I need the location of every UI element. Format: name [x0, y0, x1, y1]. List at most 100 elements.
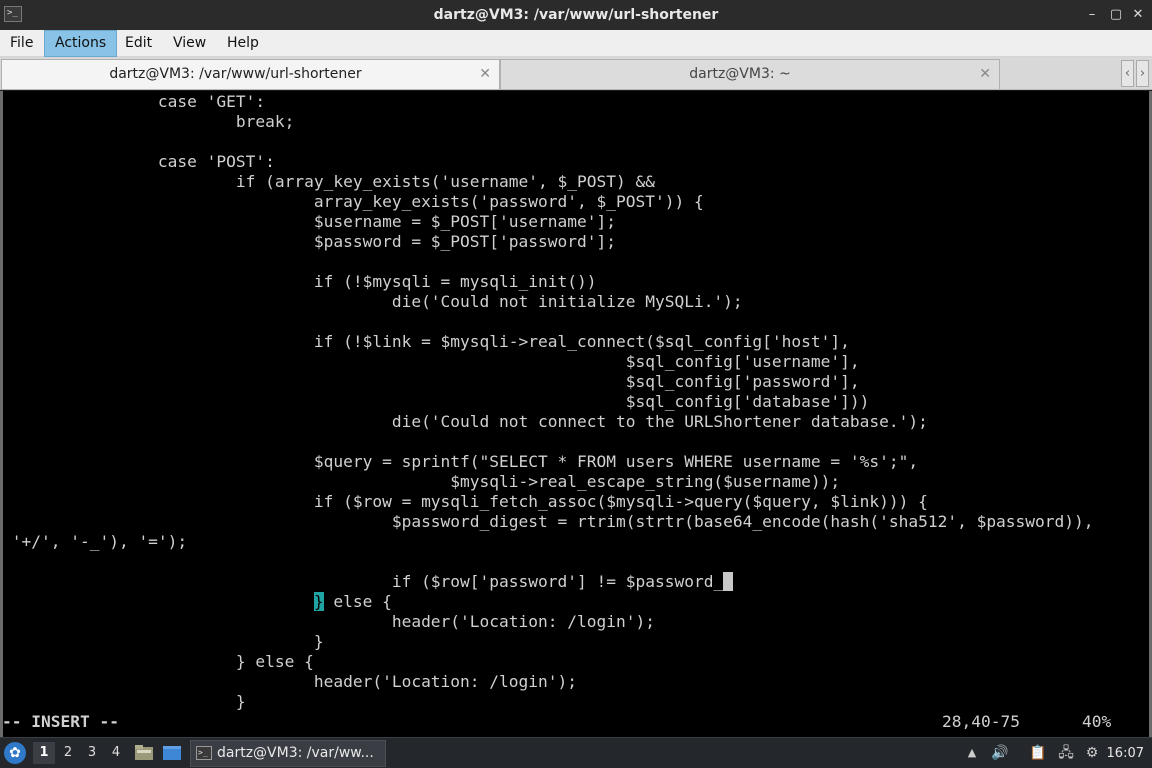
code-line: '+/', '-_'), '='); [2, 532, 1094, 552]
maximize-button[interactable]: ▢ [1106, 5, 1126, 25]
tray-expand-icon[interactable]: ▲ [962, 743, 982, 763]
matched-bracket: } [313, 592, 324, 611]
taskbar-terminal-task[interactable]: >_ dartz@VM3: /var/ww... [190, 740, 386, 767]
clock: 16:07 [1106, 746, 1144, 761]
code-text: if (array_key_exists('username', $_POST)… [2, 172, 655, 191]
code-text: if ($row['password'] != $password_ [2, 572, 724, 591]
code-line: } else { [2, 652, 1094, 672]
scroll-percent: 40% [1082, 712, 1112, 731]
menu-bar: File Actions Edit View Help [0, 30, 1152, 57]
code-line: array_key_exists('password', $_POST')) { [2, 192, 1094, 212]
code-text: } else { [2, 652, 314, 671]
code-line: $query = sprintf("SELECT * FROM users WH… [2, 452, 1094, 472]
code-text: } [2, 692, 246, 711]
code-text: die('Could not initialize MySQLi.'); [2, 292, 743, 311]
workspace-1[interactable]: 1 [33, 742, 55, 764]
code-text: $mysqli->real_escape_string($username)); [2, 472, 841, 491]
code-text: '+/', '-_'), '='); [2, 532, 188, 551]
minimize-button[interactable]: – [1082, 5, 1102, 25]
code-text: header('Location: /login'); [2, 612, 655, 631]
code-text: case 'GET': [2, 92, 266, 111]
tab-home[interactable]: dartz@VM3: ~ ✕ [500, 59, 1000, 89]
code-text: die('Could not connect to the URLShorten… [2, 412, 928, 431]
workspace-4[interactable]: 4 [105, 742, 127, 764]
text-cursor [723, 572, 733, 591]
code-text: $username = $_POST['username']; [2, 212, 616, 231]
code-line: $password = $_POST['password']; [2, 232, 1094, 252]
code-text: break; [2, 112, 295, 131]
code-text: else { [323, 592, 392, 611]
tab-url-shortener[interactable]: dartz@VM3: /var/www/url-shortener ✕ [1, 59, 500, 89]
code-text: $sql_config['password'], [2, 372, 860, 391]
code-line: $username = $_POST['username']; [2, 212, 1094, 232]
vim-mode: -- INSERT -- [2, 712, 119, 731]
code-line: $sql_config['password'], [2, 372, 1094, 392]
start-menu-icon[interactable]: ✿ [4, 742, 26, 764]
code-line: } [2, 692, 1094, 712]
code-line: $mysqli->real_escape_string($username)); [2, 472, 1094, 492]
window-title: dartz@VM3: /var/www/url-shortener [433, 7, 719, 23]
code-line: die('Could not connect to the URLShorten… [2, 412, 1094, 432]
code-text: if ($row = mysqli_fetch_assoc($mysqli->q… [2, 492, 928, 511]
code-text: } [2, 632, 324, 651]
code-line: break; [2, 112, 1094, 132]
settings-icon[interactable]: ⚙ [1082, 743, 1102, 763]
code-text: $password_digest = rtrim(strtr(base64_en… [2, 512, 1094, 531]
menu-edit[interactable]: Edit [115, 30, 162, 57]
code-line: if ($row = mysqli_fetch_assoc($mysqli->q… [2, 492, 1094, 512]
code-line: $sql_config['username'], [2, 352, 1094, 372]
vim-statusline: -- INSERT -- 28,40-75 40% [2, 712, 1148, 732]
terminal-task-icon: >_ [196, 746, 212, 760]
code-line: case 'GET': [2, 92, 1094, 112]
cursor-position: 28,40-75 [942, 712, 1020, 731]
tab-bar: dartz@VM3: /var/www/url-shortener ✕ dart… [0, 57, 1152, 90]
task-label: dartz@VM3: /var/ww... [217, 745, 374, 761]
tab-label: dartz@VM3: /var/www/url-shortener [109, 66, 362, 82]
tab-label: dartz@VM3: ~ [689, 66, 791, 82]
code-line: $sql_config['database'])) [2, 392, 1094, 412]
code-line: header('Location: /login'); [2, 612, 1094, 632]
tab-close-icon[interactable]: ✕ [979, 60, 991, 88]
vim-buffer: case 'GET': break; case 'POST': if (arra… [2, 92, 1094, 712]
menu-file[interactable]: File [0, 30, 43, 57]
code-text: case 'POST': [2, 152, 275, 171]
network-icon[interactable]: 🖧 [1056, 743, 1076, 763]
code-text: if (!$link = $mysqli->real_connect($sql_… [2, 332, 850, 351]
tab-scroll-left-icon[interactable]: ‹ [1121, 60, 1134, 87]
code-line: case 'POST': [2, 152, 1094, 172]
menu-help[interactable]: Help [217, 30, 269, 57]
tab-close-icon[interactable]: ✕ [479, 60, 491, 88]
code-text: array_key_exists('password', $_POST')) { [2, 192, 704, 211]
code-text: $sql_config['database'])) [2, 392, 870, 411]
volume-icon[interactable]: 🔊 [990, 743, 1010, 763]
code-line: die('Could not initialize MySQLi.'); [2, 292, 1094, 312]
tab-scroll-right-icon[interactable]: › [1136, 60, 1149, 87]
code-line: header('Location: /login'); [2, 672, 1094, 692]
code-text: if (!$mysqli = mysqli_init()) [2, 272, 597, 291]
code-text: $sql_config['username'], [2, 352, 860, 371]
clipboard-icon[interactable]: 📋 [1028, 743, 1048, 763]
workspace-3[interactable]: 3 [81, 742, 103, 764]
code-line: if (!$mysqli = mysqli_init()) [2, 272, 1094, 292]
code-line: $password_digest = rtrim(strtr(base64_en… [2, 512, 1094, 532]
menu-view[interactable]: View [163, 30, 216, 57]
code-text: $password = $_POST['password']; [2, 232, 616, 251]
terminal-viewport[interactable]: case 'GET': break; case 'POST': if (arra… [0, 91, 1152, 737]
window-titlebar: >_ dartz@VM3: /var/www/url-shortener – ▢… [0, 0, 1152, 30]
workspace-2[interactable]: 2 [57, 742, 79, 764]
taskbar: ✿ 1 2 3 4 >_ dartz@VM3: /var/ww... ▲ 🔊 📋… [0, 737, 1152, 768]
close-window-button[interactable]: ✕ [1128, 5, 1148, 25]
file-manager-icon[interactable] [134, 744, 154, 762]
menu-actions[interactable]: Actions [44, 30, 118, 57]
code-line: if ($row['password'] != $password_ [2, 572, 1094, 592]
code-text: header('Location: /login'); [2, 672, 577, 691]
show-desktop-icon[interactable] [162, 744, 182, 762]
code-line: if (array_key_exists('username', $_POST)… [2, 172, 1094, 192]
code-line: } else { [2, 592, 1094, 612]
